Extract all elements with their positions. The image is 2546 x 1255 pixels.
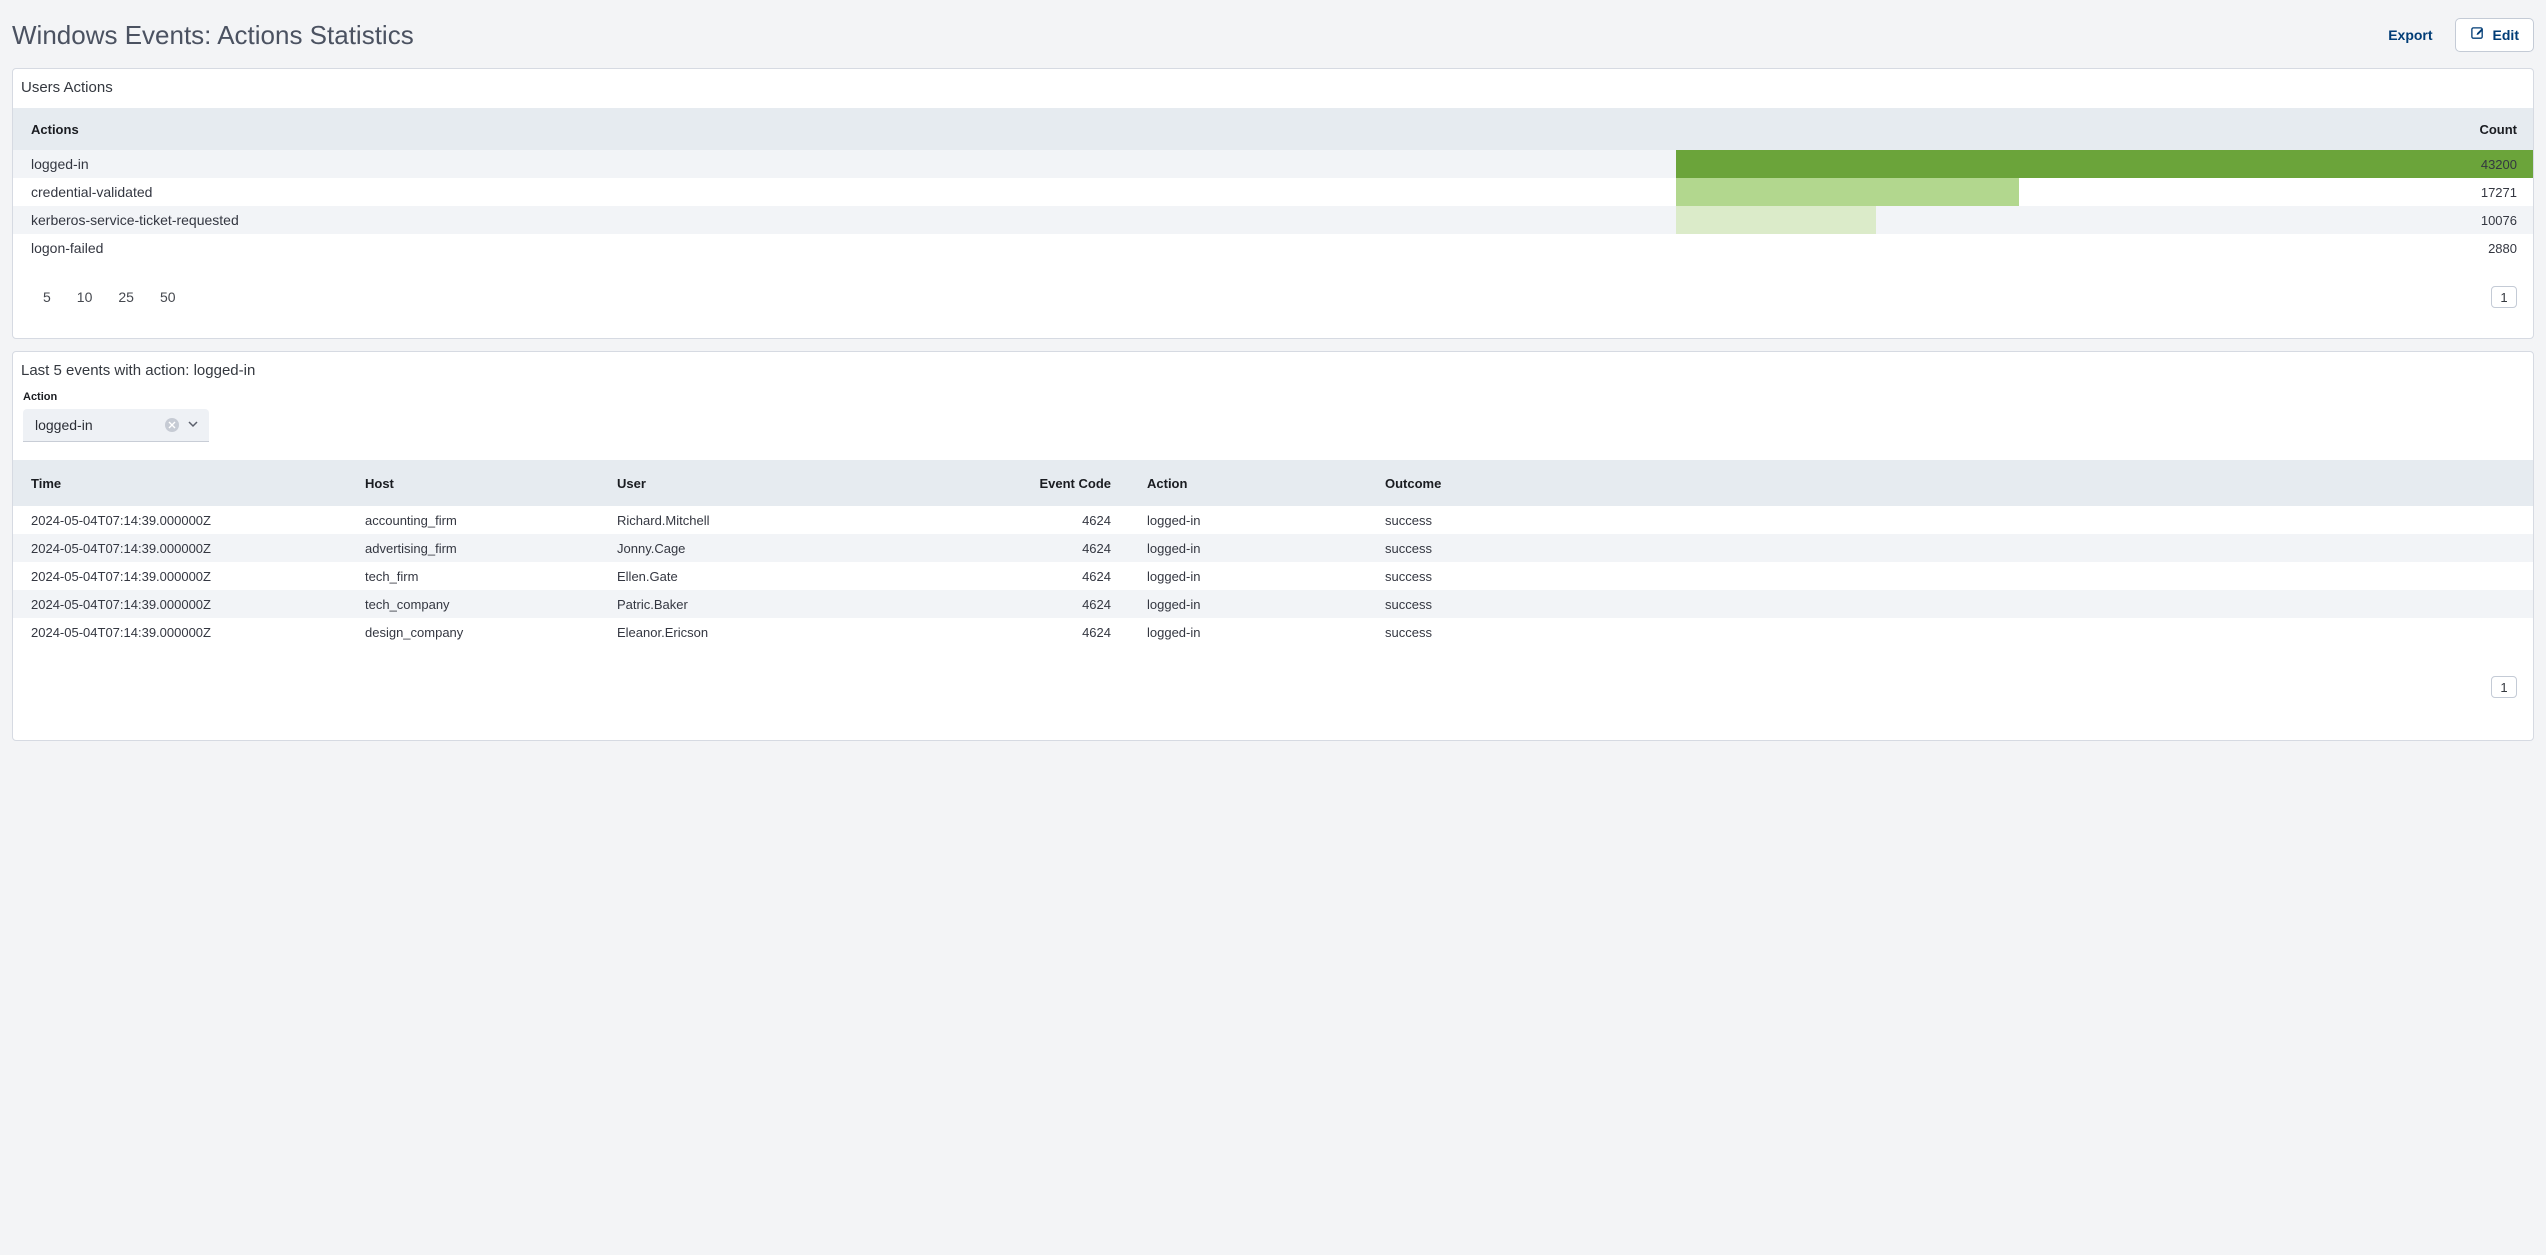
user-cell: Eleanor.Ericson <box>617 625 987 640</box>
code-cell: 4624 <box>987 625 1147 640</box>
code-cell: 4624 <box>987 513 1147 528</box>
outcome-cell: success <box>1385 569 2533 584</box>
edit-button[interactable]: Edit <box>2455 18 2534 52</box>
col-header-action[interactable]: Action <box>1147 476 1385 491</box>
users-actions-table-header: Actions Count <box>13 108 2533 150</box>
time-cell: 2024-05-04T07:14:39.000000Z <box>13 569 365 584</box>
count-cell: 10076 <box>1676 206 2533 234</box>
page-size-option[interactable]: 50 <box>160 289 176 305</box>
action-filter-block: Action logged-in <box>13 391 2533 460</box>
host-cell: tech_firm <box>365 569 617 584</box>
outcome-cell: success <box>1385 513 2533 528</box>
action-cell: logon-failed <box>13 240 1676 256</box>
event-row[interactable]: 2024-05-04T07:14:39.000000Zaccounting_fi… <box>13 506 2533 534</box>
events-page-number-button[interactable]: 1 <box>2491 676 2517 698</box>
count-value: 2880 <box>2488 241 2517 256</box>
page-size-selector: 5 10 25 50 <box>29 289 176 305</box>
time-cell: 2024-05-04T07:14:39.000000Z <box>13 541 365 556</box>
action-filter-value: logged-in <box>35 417 93 433</box>
action-cell: logged-in <box>1147 569 1385 584</box>
host-cell: accounting_firm <box>365 513 617 528</box>
edit-icon <box>2470 26 2485 44</box>
action-cell: kerberos-service-ticket-requested <box>13 212 1676 228</box>
count-value: 43200 <box>2481 157 2517 172</box>
page-header: Windows Events: Actions Statistics Expor… <box>12 10 2534 68</box>
col-header-code[interactable]: Event Code <box>987 476 1147 491</box>
users-actions-row[interactable]: logon-failed 2880 <box>13 234 2533 262</box>
event-row[interactable]: 2024-05-04T07:14:39.000000Zdesign_compan… <box>13 618 2533 646</box>
page-size-option[interactable]: 25 <box>118 289 134 305</box>
count-value: 10076 <box>2481 213 2517 228</box>
events-table-header: Time Host User Event Code Action Outcome <box>13 460 2533 506</box>
user-cell: Richard.Mitchell <box>617 513 987 528</box>
bar-fill <box>1676 150 2533 178</box>
action-cell: credential-validated <box>13 184 1676 200</box>
col-header-actions[interactable]: Actions <box>13 122 1676 137</box>
action-cell: logged-in <box>1147 625 1385 640</box>
action-filter-label: Action <box>23 391 2523 403</box>
host-cell: design_company <box>365 625 617 640</box>
host-cell: tech_company <box>365 597 617 612</box>
time-cell: 2024-05-04T07:14:39.000000Z <box>13 625 365 640</box>
time-cell: 2024-05-04T07:14:39.000000Z <box>13 597 365 612</box>
last-events-panel-title: Last 5 events with action: logged-in <box>13 352 2533 391</box>
col-header-outcome[interactable]: Outcome <box>1385 476 2533 491</box>
time-cell: 2024-05-04T07:14:39.000000Z <box>13 513 365 528</box>
count-cell: 17271 <box>1676 178 2533 206</box>
users-actions-rows: logged-in 43200 credential-validated 17271 k… <box>13 150 2533 262</box>
action-filter-combobox[interactable]: logged-in <box>23 409 209 442</box>
user-cell: Ellen.Gate <box>617 569 987 584</box>
col-header-host[interactable]: Host <box>365 476 617 491</box>
users-actions-row[interactable]: kerberos-service-ticket-requested 10076 <box>13 206 2533 234</box>
event-row[interactable]: 2024-05-04T07:14:39.000000Ztech_companyP… <box>13 590 2533 618</box>
export-link[interactable]: Export <box>2388 27 2432 43</box>
col-header-time[interactable]: Time <box>13 476 365 491</box>
count-value: 17271 <box>2481 185 2517 200</box>
users-actions-row[interactable]: credential-validated 17271 <box>13 178 2533 206</box>
page-title: Windows Events: Actions Statistics <box>12 20 414 51</box>
action-cell: logged-in <box>1147 541 1385 556</box>
users-actions-panel-title: Users Actions <box>13 69 2533 108</box>
header-actions: Export Edit <box>2388 18 2534 52</box>
edit-button-label: Edit <box>2493 27 2519 43</box>
event-row[interactable]: 2024-05-04T07:14:39.000000Ztech_firmElle… <box>13 562 2533 590</box>
code-cell: 4624 <box>987 597 1147 612</box>
count-cell: 2880 <box>1676 234 2533 262</box>
bar-fill <box>1676 234 1733 262</box>
code-cell: 4624 <box>987 541 1147 556</box>
action-cell: logged-in <box>13 156 1676 172</box>
last-events-panel: Last 5 events with action: logged-in Act… <box>12 351 2534 741</box>
user-cell: Patric.Baker <box>617 597 987 612</box>
clear-filter-icon[interactable] <box>165 418 179 432</box>
host-cell: advertising_firm <box>365 541 617 556</box>
page-number-button[interactable]: 1 <box>2491 286 2517 308</box>
count-cell: 43200 <box>1676 150 2533 178</box>
user-cell: Jonny.Cage <box>617 541 987 556</box>
page-size-option[interactable]: 5 <box>43 289 51 305</box>
bar-fill <box>1676 206 1876 234</box>
code-cell: 4624 <box>987 569 1147 584</box>
users-actions-footer: 5 10 25 50 1 <box>13 262 2533 338</box>
bar-fill <box>1676 178 2019 206</box>
chevron-down-icon <box>187 417 199 433</box>
outcome-cell: success <box>1385 541 2533 556</box>
action-cell: logged-in <box>1147 513 1385 528</box>
outcome-cell: success <box>1385 597 2533 612</box>
page-size-option[interactable]: 10 <box>77 289 93 305</box>
users-actions-row[interactable]: logged-in 43200 <box>13 150 2533 178</box>
events-rows: 2024-05-04T07:14:39.000000Zaccounting_fi… <box>13 506 2533 646</box>
event-row[interactable]: 2024-05-04T07:14:39.000000Zadvertising_f… <box>13 534 2533 562</box>
outcome-cell: success <box>1385 625 2533 640</box>
action-cell: logged-in <box>1147 597 1385 612</box>
events-footer: 1 <box>13 646 2533 740</box>
col-header-count[interactable]: Count <box>1676 108 2533 150</box>
col-header-user[interactable]: User <box>617 476 987 491</box>
users-actions-panel: Users Actions Actions Count logged-in 432… <box>12 68 2534 339</box>
